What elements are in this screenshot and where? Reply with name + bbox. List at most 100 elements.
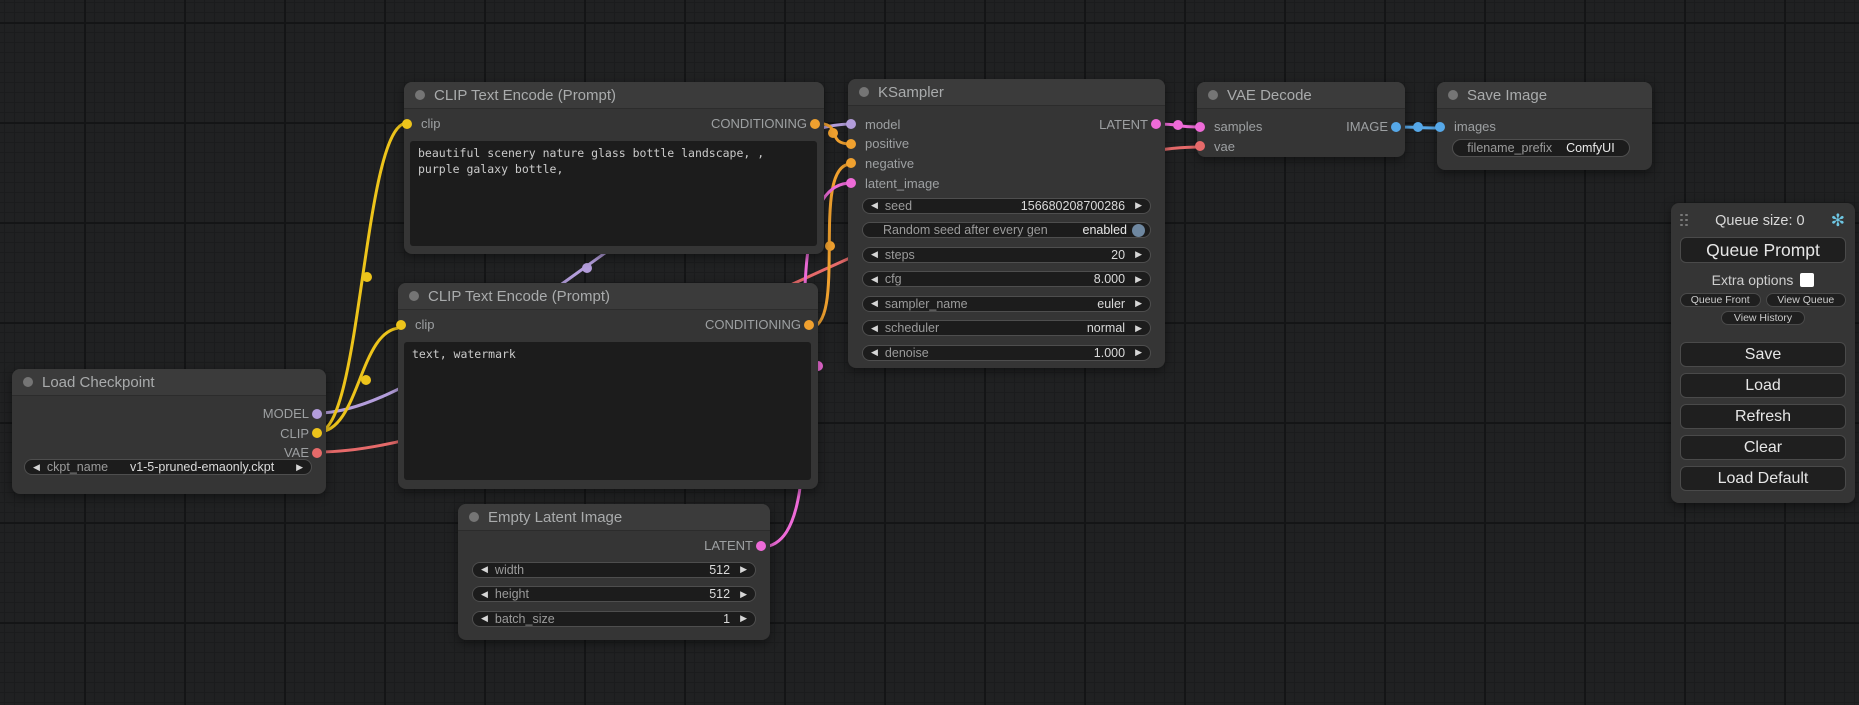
output-slot-image[interactable]: IMAGE <box>1346 117 1405 137</box>
decrement-icon[interactable]: ◀ <box>871 299 878 308</box>
width-widget[interactable]: ◀ width 512 ▶ <box>472 562 756 578</box>
increment-icon[interactable]: ▶ <box>740 565 747 574</box>
queue-prompt-button[interactable]: Queue Prompt <box>1680 237 1846 263</box>
batch-size-widget[interactable]: ◀ batch_size 1 ▶ <box>472 611 756 627</box>
increment-icon[interactable]: ▶ <box>1135 201 1142 210</box>
drag-handle-icon[interactable] <box>1680 214 1689 228</box>
collapse-dot-icon[interactable] <box>1208 90 1218 100</box>
conditioning-output-dot[interactable] <box>810 119 820 129</box>
output-slot-latent[interactable]: LATENT <box>1099 115 1165 135</box>
increment-icon[interactable]: ▶ <box>1135 299 1142 308</box>
node-save-image[interactable]: Save Image images filename_prefix ComfyU… <box>1437 82 1652 170</box>
input-slot-positive[interactable]: positive <box>848 134 1165 154</box>
increment-icon[interactable]: ▶ <box>1135 275 1142 284</box>
clip-input-dot[interactable] <box>402 119 412 129</box>
filename-prefix-widget[interactable]: filename_prefix ComfyUI <box>1452 139 1630 157</box>
conditioning-output-dot[interactable] <box>804 320 814 330</box>
node-clip-text-encode-negative[interactable]: CLIP Text Encode (Prompt) clip CONDITION… <box>398 283 818 489</box>
input-slot-images[interactable]: images <box>1437 117 1652 137</box>
clip-output-dot[interactable] <box>312 428 322 438</box>
output-slot-model[interactable]: MODEL <box>12 404 326 424</box>
settings-gear-icon[interactable]: ✻ <box>1831 212 1845 229</box>
decrement-icon[interactable]: ◀ <box>481 614 488 623</box>
clip-input-dot[interactable] <box>396 320 406 330</box>
node-title-bar[interactable]: Empty Latent Image <box>458 504 770 531</box>
vae-output-dot[interactable] <box>312 448 322 458</box>
decrement-icon[interactable]: ◀ <box>871 348 878 357</box>
decrement-icon[interactable]: ◀ <box>481 590 488 599</box>
refresh-button[interactable]: Refresh <box>1680 404 1846 429</box>
decrement-icon[interactable]: ◀ <box>871 275 878 284</box>
collapse-dot-icon[interactable] <box>23 377 33 387</box>
node-clip-text-encode-positive[interactable]: CLIP Text Encode (Prompt) clip CONDITION… <box>404 82 824 254</box>
collapse-dot-icon[interactable] <box>415 90 425 100</box>
image-output-dot[interactable] <box>1391 122 1401 132</box>
view-history-button[interactable]: View History <box>1721 311 1805 325</box>
prompt-textarea[interactable]: beautiful scenery nature glass bottle la… <box>410 141 817 246</box>
decrement-icon[interactable]: ◀ <box>871 250 878 259</box>
increment-icon[interactable]: ▶ <box>740 590 747 599</box>
collapse-dot-icon[interactable] <box>469 512 479 522</box>
node-title-bar[interactable]: CLIP Text Encode (Prompt) <box>404 82 824 109</box>
model-input-dot[interactable] <box>846 119 856 129</box>
samples-input-dot[interactable] <box>1195 122 1205 132</box>
wire-clip-negative[interactable] <box>318 328 401 432</box>
decrement-icon[interactable]: ◀ <box>33 463 40 472</box>
load-default-button[interactable]: Load Default <box>1680 466 1846 491</box>
sampler-name-widget[interactable]: ◀ sampler_name euler ▶ <box>862 296 1151 312</box>
node-title-bar[interactable]: VAE Decode <box>1197 82 1405 109</box>
load-button[interactable]: Load <box>1680 373 1846 398</box>
output-slot-clip[interactable]: CLIP <box>12 424 326 444</box>
node-title-bar[interactable]: CLIP Text Encode (Prompt) <box>398 283 818 310</box>
denoise-widget[interactable]: ◀ denoise 1.000 ▶ <box>862 345 1151 361</box>
increment-icon[interactable]: ▶ <box>1135 348 1142 357</box>
node-title-bar[interactable]: Save Image <box>1437 82 1652 109</box>
ckpt-name-widget[interactable]: ◀ ckpt_name v1-5-pruned-emaonly.ckpt ▶ <box>24 459 312 475</box>
increment-icon[interactable]: ▶ <box>296 463 303 472</box>
node-empty-latent-image[interactable]: Empty Latent Image LATENT ◀ width 512 ▶ … <box>458 504 770 640</box>
node-title-bar[interactable]: KSampler <box>848 79 1165 106</box>
height-widget[interactable]: ◀ height 512 ▶ <box>472 586 756 602</box>
seed-widget[interactable]: ◀ seed 156680208700286 ▶ <box>862 198 1151 214</box>
cfg-widget[interactable]: ◀ cfg 8.000 ▶ <box>862 271 1151 287</box>
decrement-icon[interactable]: ◀ <box>871 201 878 210</box>
prompt-textarea[interactable]: text, watermark <box>404 342 811 480</box>
increment-icon[interactable]: ▶ <box>740 614 747 623</box>
output-slot-conditioning[interactable]: CONDITIONING <box>711 114 824 134</box>
scheduler-widget[interactable]: ◀ scheduler normal ▶ <box>862 320 1151 336</box>
save-button[interactable]: Save <box>1680 342 1846 367</box>
vae-input-dot[interactable] <box>1195 141 1205 151</box>
increment-icon[interactable]: ▶ <box>1135 250 1142 259</box>
extra-options-checkbox[interactable] <box>1800 273 1814 287</box>
node-title-bar[interactable]: Load Checkpoint <box>12 369 326 396</box>
images-input-dot[interactable] <box>1435 122 1445 132</box>
collapse-dot-icon[interactable] <box>859 87 869 97</box>
view-queue-button[interactable]: View Queue <box>1766 293 1847 307</box>
collapse-dot-icon[interactable] <box>1448 90 1458 100</box>
latent-output-dot[interactable] <box>756 541 766 551</box>
input-slot-samples[interactable]: samples <box>1197 117 1262 137</box>
latent-output-dot[interactable] <box>1151 119 1161 129</box>
input-slot-clip[interactable]: clip <box>398 315 435 335</box>
node-editor-canvas[interactable]: Load Checkpoint MODEL CLIP VAE ◀ ckpt_na… <box>0 0 1859 705</box>
negative-input-dot[interactable] <box>846 158 856 168</box>
steps-widget[interactable]: ◀ steps 20 ▶ <box>862 247 1151 263</box>
positive-input-dot[interactable] <box>846 139 856 149</box>
collapse-dot-icon[interactable] <box>409 291 419 301</box>
output-slot-conditioning[interactable]: CONDITIONING <box>705 315 818 335</box>
input-slot-negative[interactable]: negative <box>848 154 1165 174</box>
output-slot-latent[interactable]: LATENT <box>458 536 770 556</box>
latent-image-input-dot[interactable] <box>846 178 856 188</box>
node-vae-decode[interactable]: VAE Decode samples IMAGE vae <box>1197 82 1405 157</box>
input-slot-latent-image[interactable]: latent_image <box>848 173 1165 193</box>
queue-front-button[interactable]: Queue Front <box>1680 293 1761 307</box>
node-ksampler[interactable]: KSampler model LATENT positive negative <box>848 79 1165 368</box>
input-slot-vae[interactable]: vae <box>1197 137 1405 157</box>
increment-icon[interactable]: ▶ <box>1135 324 1142 333</box>
model-output-dot[interactable] <box>312 409 322 419</box>
random-seed-widget[interactable]: Random seed after every gen enabled <box>862 222 1151 238</box>
clear-button[interactable]: Clear <box>1680 435 1846 460</box>
input-slot-clip[interactable]: clip <box>404 114 441 134</box>
node-load-checkpoint[interactable]: Load Checkpoint MODEL CLIP VAE ◀ ckpt_na… <box>12 369 326 494</box>
seed-toggle-icon[interactable] <box>1132 224 1145 237</box>
